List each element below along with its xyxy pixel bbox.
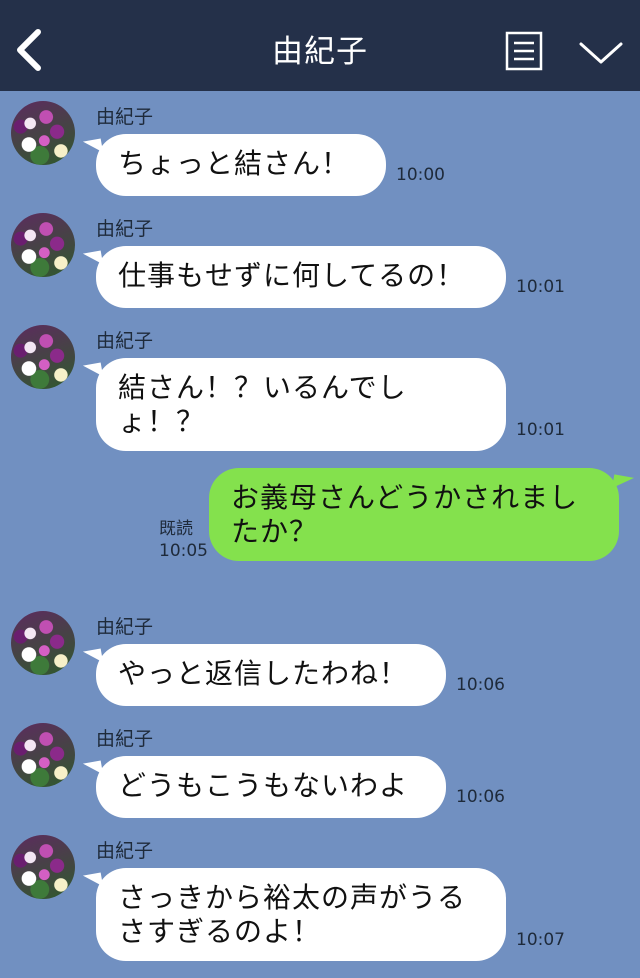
message-time: 10:07 [516, 930, 565, 950]
message-bubble[interactable]: 仕事もせずに何してるの！ [96, 246, 506, 308]
sender-name: 由紀子 [96, 616, 154, 638]
sender-name: 由紀子 [96, 840, 154, 862]
message-time: 10:01 [516, 277, 565, 297]
sender-name: 由紀子 [96, 330, 154, 352]
chevron-down-icon [579, 42, 623, 64]
message-time: 10:01 [516, 420, 565, 440]
message-bubble[interactable]: 結さん！？いるんでしょ！？ [96, 358, 506, 451]
page-title: 由紀子 [272, 34, 368, 70]
avatar[interactable] [11, 835, 75, 899]
message-bubble[interactable]: やっと返信したわね！ [96, 644, 446, 706]
message-bubble[interactable]: どうもこうもないわよ [96, 756, 446, 818]
message-time: 10:06 [456, 787, 505, 807]
sender-name: 由紀子 [96, 728, 154, 750]
sender-name: 由紀子 [96, 218, 154, 240]
avatar[interactable] [11, 723, 75, 787]
message-bubble[interactable]: ちょっと結さん！ [96, 134, 386, 196]
avatar[interactable] [11, 213, 75, 277]
message-time: 10:06 [456, 675, 505, 695]
message-bubble[interactable]: お義母さんどうかされましたか？ [209, 468, 619, 561]
message-bubble[interactable]: さっきから裕太の声がうるさすぎるのよ！ [96, 868, 506, 961]
message-time: 10:00 [396, 165, 445, 185]
chat-header: 由紀子 [0, 0, 640, 91]
message-time: 10:05 [159, 541, 208, 561]
avatar[interactable] [11, 611, 75, 675]
avatar[interactable] [11, 325, 75, 389]
collapse-button[interactable] [578, 38, 624, 68]
read-receipt: 既読 10:05 [159, 518, 208, 562]
avatar[interactable] [11, 101, 75, 165]
sender-name: 由紀子 [96, 106, 154, 128]
read-status: 既読 [159, 519, 193, 539]
menu-button[interactable] [505, 31, 543, 71]
menu-icon [505, 31, 543, 71]
